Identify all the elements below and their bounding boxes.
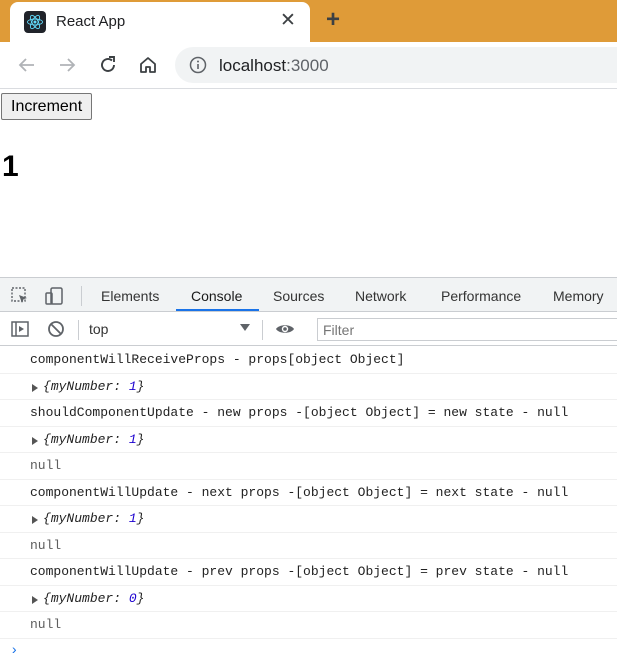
sidebar-toggle-icon[interactable]	[10, 319, 30, 339]
browser-toolbar: localhost:3000	[0, 42, 617, 89]
address-bar[interactable]: localhost:3000	[175, 47, 617, 83]
new-tab-icon[interactable]: +	[326, 7, 340, 33]
tab-network[interactable]: Network	[355, 288, 406, 304]
url-text: localhost:3000	[219, 56, 329, 76]
console-null-message: null	[0, 453, 617, 480]
console-object-message[interactable]: {myNumber: 1}	[0, 374, 617, 400]
console-log-message: shouldComponentUpdate - new props -[obje…	[0, 400, 617, 427]
url-port: :3000	[286, 56, 329, 75]
context-selector[interactable]: top	[89, 321, 108, 337]
clear-console-icon[interactable]	[46, 319, 66, 339]
counter-value: 1	[2, 150, 19, 183]
inspect-element-icon[interactable]	[10, 286, 30, 306]
toolbar-divider	[78, 320, 79, 340]
tab-memory[interactable]: Memory	[553, 288, 604, 304]
object-key: myNumber	[50, 378, 114, 394]
console-message-text: null	[30, 537, 62, 553]
console-message-text: shouldComponentUpdate - new props -[obje…	[30, 405, 569, 420]
object-key: myNumber	[50, 511, 114, 526]
dropdown-arrow-icon[interactable]	[240, 324, 250, 331]
object-value: 1	[128, 378, 137, 394]
tab-performance[interactable]: Performance	[441, 288, 521, 304]
info-icon[interactable]	[189, 56, 207, 74]
console-message-text: componentWillReceiveProps - props[object…	[30, 352, 405, 367]
object-value: 0	[128, 590, 137, 606]
tab-strip: React App ✕ +	[0, 0, 617, 42]
console-object-message[interactable]: {myNumber: 1}	[0, 427, 617, 453]
home-icon[interactable]	[136, 53, 160, 77]
expand-triangle-icon[interactable]	[32, 516, 38, 524]
console-toolbar: top	[0, 312, 617, 346]
devtools-panel: Elements Console Sources Network Perform…	[0, 277, 617, 663]
back-icon[interactable]	[15, 53, 39, 77]
tab-title: React App	[56, 13, 126, 30]
tab-close-icon[interactable]: ✕	[280, 9, 296, 33]
toolbar-divider	[81, 286, 82, 306]
tab-console[interactable]: Console	[191, 288, 242, 304]
tab-sources[interactable]: Sources	[273, 288, 324, 304]
console-null-message: null	[0, 612, 617, 639]
url-host: localhost	[219, 56, 287, 75]
devtools-tabbar: Elements Console Sources Network Perform…	[0, 278, 617, 312]
toolbar-divider	[262, 320, 263, 340]
device-toolbar-icon[interactable]	[44, 286, 64, 306]
active-tab-indicator	[176, 309, 259, 311]
console-object-message[interactable]: {myNumber: 1}	[0, 506, 617, 533]
console-null-message: null	[0, 533, 617, 559]
console-output: componentWillReceiveProps - props[object…	[0, 347, 617, 663]
expand-triangle-icon[interactable]	[32, 436, 38, 445]
console-message-text: componentWillUpdate - next props -[objec…	[30, 484, 569, 500]
expand-triangle-icon[interactable]	[32, 595, 38, 604]
tab-elements[interactable]: Elements	[101, 288, 159, 304]
react-logo-icon	[24, 11, 46, 33]
console-log-message: componentWillUpdate - prev props -[objec…	[0, 559, 617, 586]
console-message-text: componentWillUpdate - prev props -[objec…	[30, 564, 569, 579]
reload-icon[interactable]	[96, 53, 120, 77]
console-message-text: null	[30, 617, 62, 632]
console-log-message: componentWillReceiveProps - props[object…	[0, 347, 617, 374]
page-content: Increment 1	[0, 90, 617, 276]
console-object-message[interactable]: {myNumber: 0}	[0, 586, 617, 612]
live-expression-eye-icon[interactable]	[275, 319, 295, 339]
console-prompt-icon[interactable]: ›	[0, 639, 617, 663]
increment-button[interactable]: Increment	[1, 93, 93, 120]
console-log-message: componentWillUpdate - next props -[objec…	[0, 480, 617, 506]
forward-icon[interactable]	[55, 53, 79, 77]
object-key: myNumber	[50, 431, 114, 447]
expand-triangle-icon[interactable]	[32, 383, 38, 392]
object-value: 1	[128, 431, 137, 447]
console-message-text: null	[30, 458, 62, 473]
browser-tab[interactable]: React App ✕	[10, 2, 310, 42]
object-key: myNumber	[50, 590, 114, 606]
object-value: 1	[128, 511, 137, 526]
console-filter-input[interactable]	[317, 318, 617, 341]
